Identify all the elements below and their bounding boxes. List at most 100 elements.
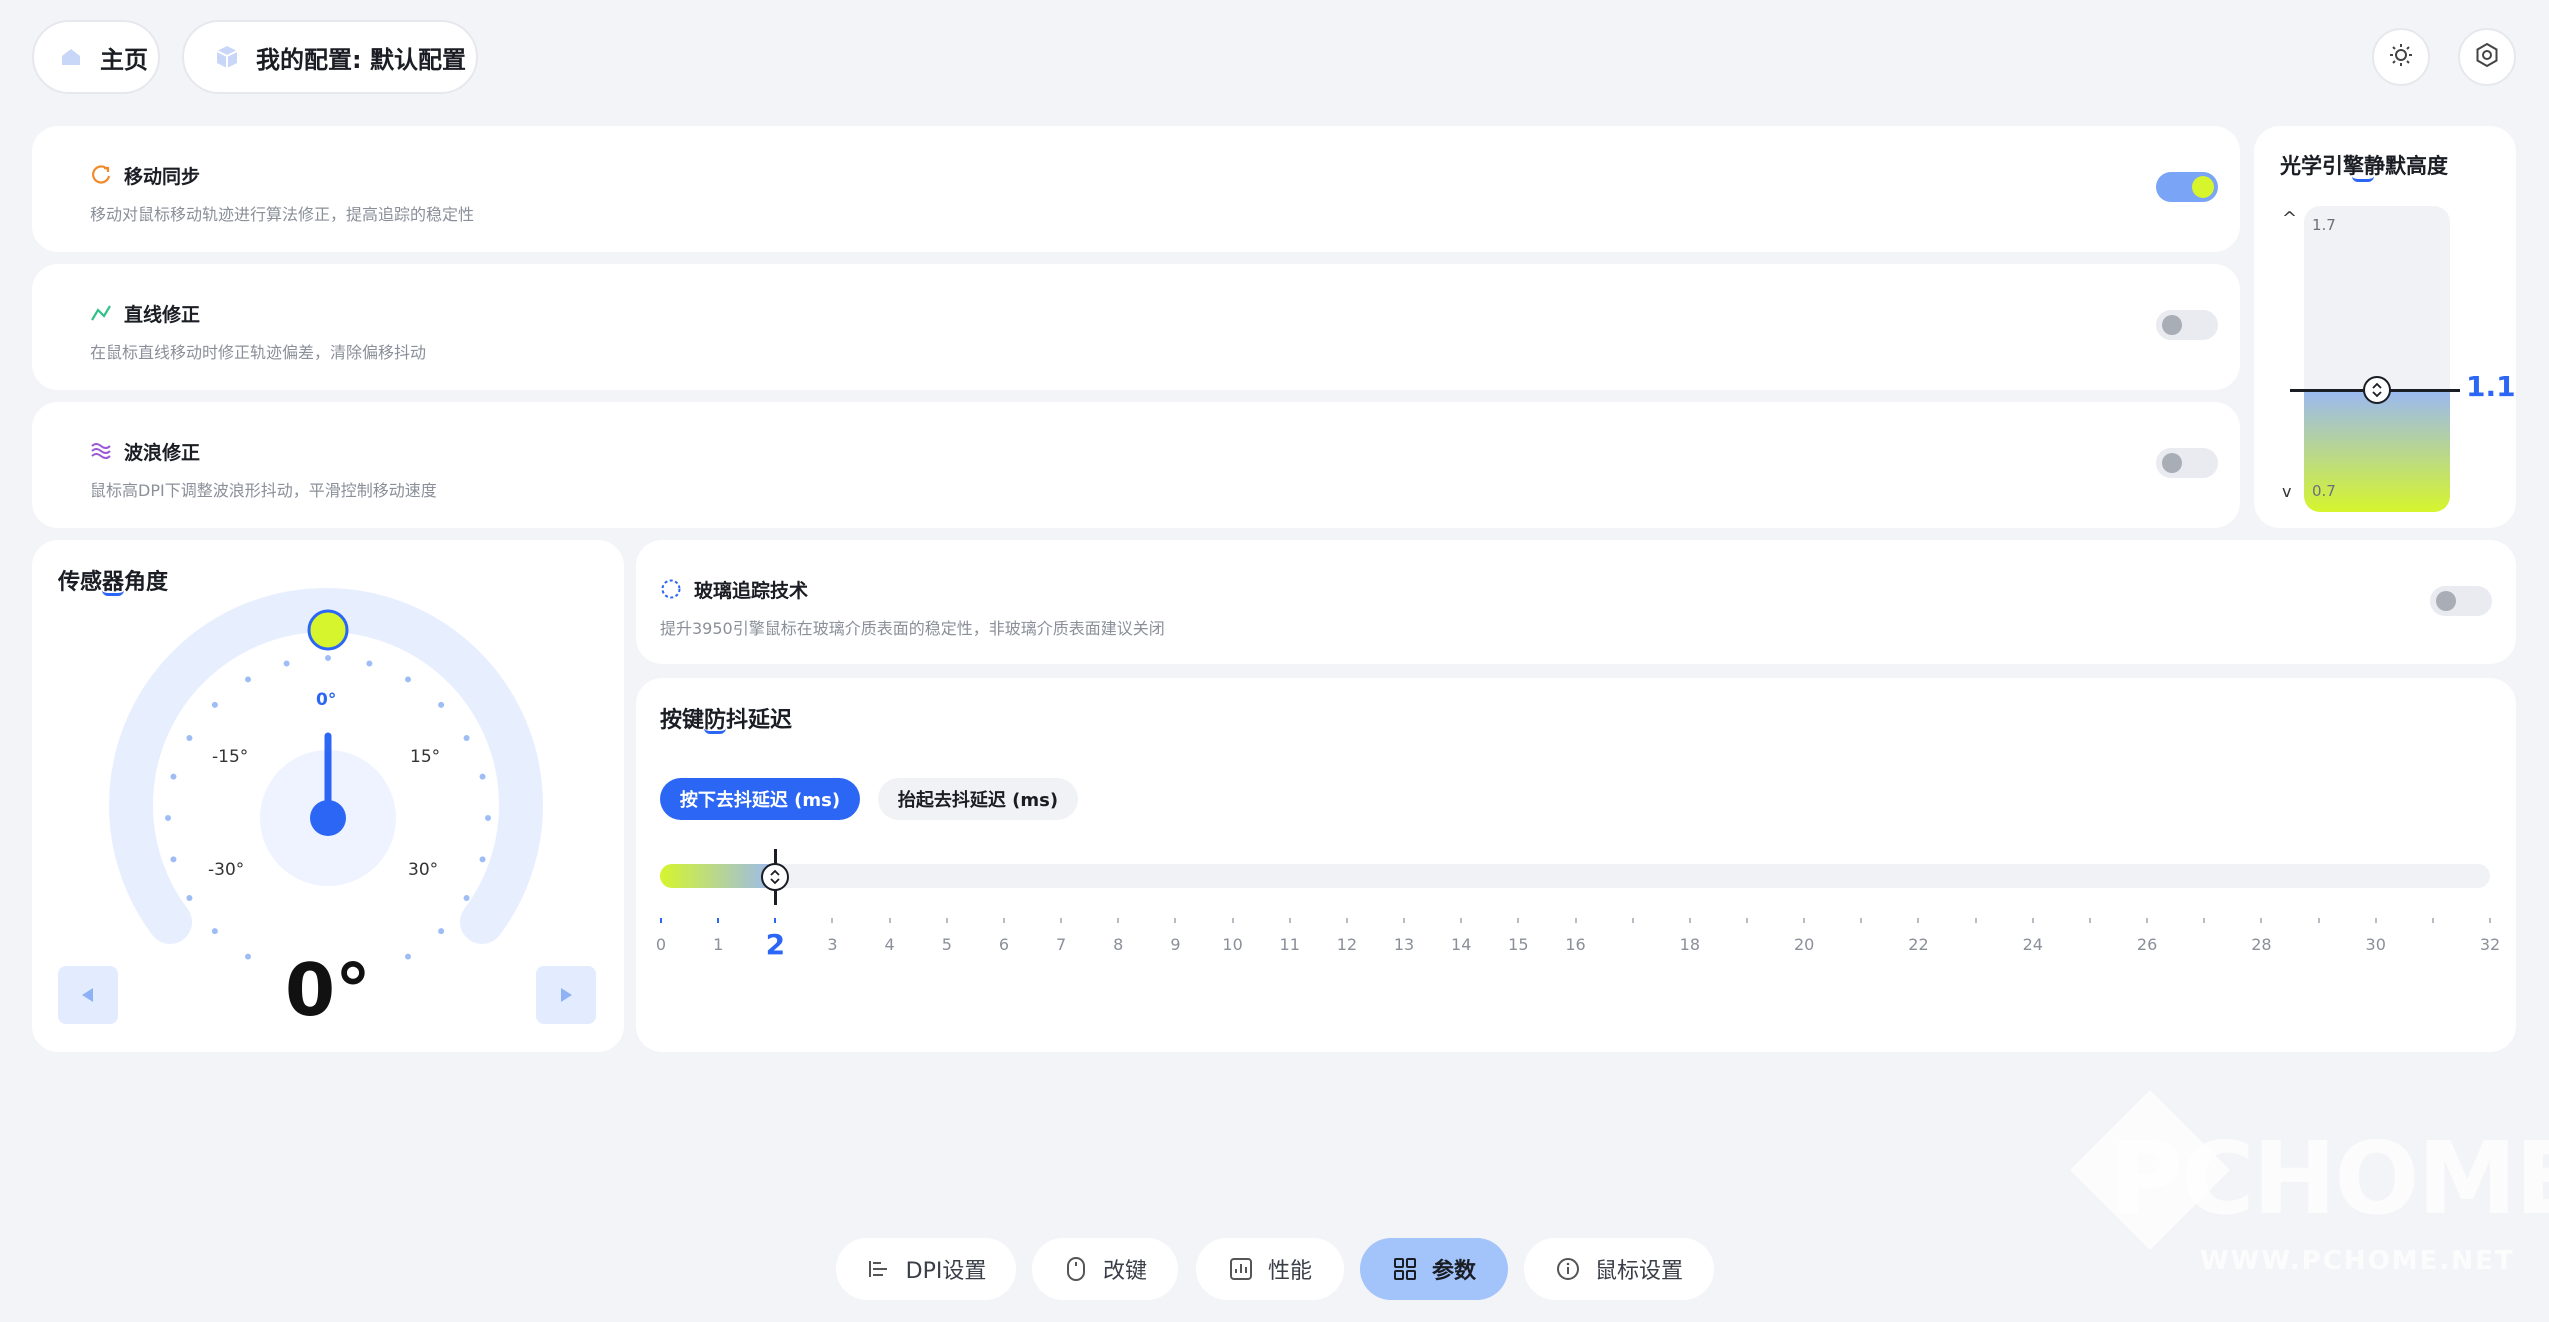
motion-sync-title: 移动同步 [124, 166, 201, 188]
ruler-label[interactable]: 9 [1170, 935, 1180, 954]
performance-icon [1228, 1256, 1254, 1282]
tab-dpi[interactable]: DPI设置 [836, 1238, 1016, 1300]
ruler-label[interactable]: 16 [1565, 935, 1585, 954]
ruler-tick [1345, 918, 1348, 923]
ruler-tick [1117, 918, 1120, 923]
glass-tracking-title: 玻璃追踪技术 [694, 580, 809, 602]
mouse-icon [1063, 1256, 1089, 1282]
angle-increase-button[interactable] [536, 966, 596, 1024]
ruler-label[interactable]: 6 [999, 935, 1009, 954]
lod-slider-handle[interactable] [2363, 375, 2391, 404]
lod-value: 1.1 [2466, 369, 2516, 403]
ruler-label[interactable]: 14 [1451, 935, 1471, 954]
ruler-label[interactable]: 2 [766, 928, 785, 961]
theme-button[interactable] [2372, 28, 2430, 86]
motion-sync-toggle[interactable] [2156, 172, 2218, 202]
angle-snap-desc: 在鼠标直线移动时修正轨迹偏差，清除偏移抖动 [90, 343, 427, 362]
lod-up-arrow[interactable]: ^ [2282, 208, 2297, 229]
dial-dot [479, 856, 486, 863]
ruler-tick [1574, 918, 1577, 923]
lod-track[interactable] [2304, 206, 2450, 512]
lod-down-arrow[interactable]: v [2282, 482, 2291, 501]
ruler-label[interactable]: 30 [2366, 935, 2386, 954]
ruler-label[interactable]: 8 [1113, 935, 1123, 954]
ruler-label[interactable]: 7 [1056, 935, 1066, 954]
ruler-tick [1917, 918, 1920, 923]
debounce-track[interactable] [660, 864, 2490, 888]
tab-mouse-settings[interactable]: 鼠标设置 [1524, 1238, 1714, 1300]
ruler-tick [1002, 918, 1005, 923]
dial-dot [170, 856, 177, 863]
glass-tracking-toggle[interactable] [2430, 586, 2492, 616]
wave-icon [90, 440, 112, 462]
ruler-label[interactable]: 11 [1280, 935, 1300, 954]
ruler-label[interactable]: 12 [1337, 935, 1357, 954]
info-icon [1555, 1256, 1581, 1282]
ruler-tick [2260, 918, 2263, 923]
ruler-label[interactable]: 4 [885, 935, 895, 954]
tab-params[interactable]: 参数 [1360, 1238, 1508, 1300]
ruler-tick [1060, 918, 1063, 923]
dial-dot [405, 676, 411, 683]
ruler-tick [1174, 918, 1177, 923]
ripple-control-toggle[interactable] [2156, 448, 2218, 478]
ruler-tick [1288, 918, 1291, 923]
tab-mouse-settings-label: 鼠标设置 [1594, 1259, 1683, 1284]
motion-sync-card: 移动同步 移动对鼠标移动轨迹进行算法修正，提高追踪的稳定性 [32, 126, 2240, 252]
dial-dot [186, 735, 193, 741]
tab-release-debounce[interactable]: 抬起去抖延迟 (ms) [878, 778, 1078, 820]
lod-min-label: 0.7 [2312, 482, 2336, 500]
ruler-tick [945, 918, 948, 923]
ruler-tick [2146, 918, 2149, 923]
ruler-tick [1803, 918, 1806, 923]
settings-button[interactable] [2458, 28, 2516, 86]
config-label: 我的配置: 默认配置 [256, 45, 466, 74]
dial-dot [438, 701, 445, 708]
dial-dot [283, 660, 290, 667]
angle-tick-label: 30° [408, 860, 439, 880]
ruler-label[interactable]: 15 [1508, 935, 1528, 954]
ruler-label[interactable]: 26 [2137, 935, 2157, 954]
ruler-label[interactable]: 22 [1908, 935, 1928, 954]
ripple-control-desc: 鼠标高DPI下调整波浪形抖动，平滑控制移动速度 [90, 481, 437, 500]
home-button[interactable]: 主页 [32, 20, 160, 94]
params-icon [1392, 1256, 1418, 1282]
ruler-label[interactable]: 28 [2251, 935, 2271, 954]
ruler-tick [1403, 918, 1406, 923]
ruler-label[interactable]: 32 [2480, 935, 2500, 954]
ruler-label[interactable]: 18 [1680, 935, 1700, 954]
ruler-label[interactable]: 0 [656, 935, 666, 954]
ruler-tick [717, 918, 720, 923]
gear-icon [2474, 42, 2500, 72]
angle-snap-toggle[interactable] [2156, 310, 2218, 340]
angle-snap-card: 直线修正 在鼠标直线移动时修正轨迹偏差，清除偏移抖动 [32, 264, 2240, 390]
angle-tick-label: 15° [410, 747, 441, 767]
dial-dot [186, 895, 193, 901]
angle-tick-label: -15° [212, 747, 249, 767]
line-icon [90, 302, 112, 324]
glass-tracking-desc: 提升3950引擎鼠标在玻璃介质表面的稳定性，非玻璃介质表面建议关闭 [660, 619, 1165, 638]
ruler-label[interactable]: 1 [713, 935, 723, 954]
ruler-label[interactable]: 24 [2023, 935, 2043, 954]
ruler-tick [2203, 918, 2206, 923]
ruler-tick [774, 918, 777, 923]
ruler-label[interactable]: 20 [1794, 935, 1814, 954]
dial-dot [463, 895, 470, 901]
watermark-main: PCHOME [2110, 1120, 2549, 1237]
ruler-tick [1745, 918, 1748, 923]
dial-dot [438, 928, 445, 935]
ruler-tick [2317, 918, 2320, 923]
tab-press-debounce[interactable]: 按下去抖延迟 (ms) [660, 778, 860, 820]
ruler-label[interactable]: 3 [827, 935, 837, 954]
sun-icon [2388, 42, 2414, 72]
ruler-label[interactable]: 13 [1394, 935, 1414, 954]
config-selector[interactable]: 我的配置: 默认配置 [182, 20, 478, 94]
cube-icon [212, 42, 242, 72]
tab-keys[interactable]: 改键 [1032, 1238, 1178, 1300]
lod-card: 光学引擎静默高度 ^ v 1.7 0.7 1.1 [2254, 126, 2516, 528]
tab-params-label: 参数 [1431, 1259, 1476, 1284]
tab-performance[interactable]: 性能 [1196, 1238, 1344, 1300]
ruler-label[interactable]: 5 [942, 935, 952, 954]
ruler-label[interactable]: 10 [1222, 935, 1242, 954]
watermark-logo: PCHOME WWW.PCHOME.NET [2060, 1080, 2549, 1280]
